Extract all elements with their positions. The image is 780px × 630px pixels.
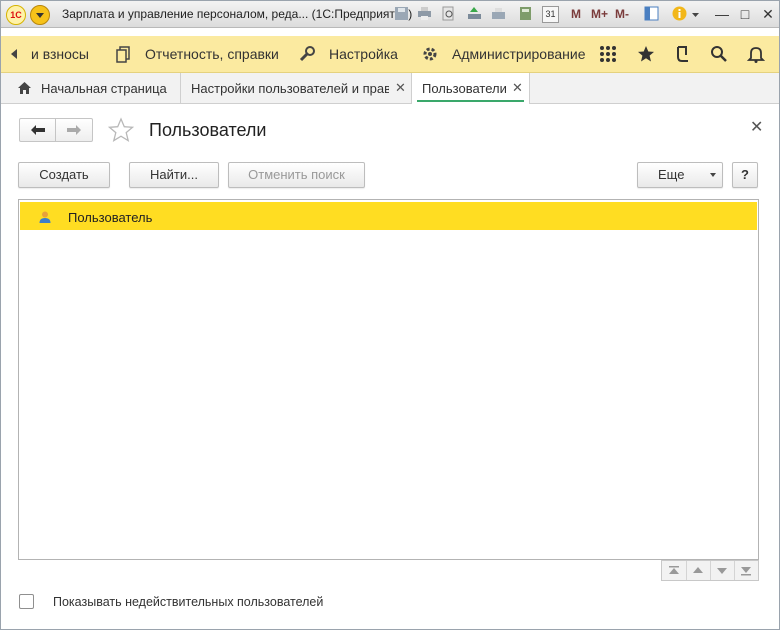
section-taxes[interactable]: и взносы [31,46,89,62]
scroll-down-button[interactable] [710,561,735,580]
arrow-right-icon [66,125,81,135]
all-functions-icon[interactable] [599,45,617,63]
panels-icon[interactable] [644,6,659,21]
gear-icon [423,47,437,61]
upload-icon[interactable] [467,6,482,21]
page-title: Пользователи [149,120,267,140]
main-menu-icon[interactable] [30,5,50,25]
user-icon [39,211,51,223]
chevron-down-icon [710,173,716,177]
chevron-up-icon [693,567,703,573]
forward-button[interactable] [56,119,91,141]
notifications-bell-icon[interactable] [747,45,765,63]
maximize-button[interactable]: □ [735,4,755,24]
info-icon[interactable] [672,6,687,21]
tab-user-rights-settings-label: Настройки пользователей и прав [191,81,389,96]
scroll-up-button[interactable] [686,561,711,580]
back-button[interactable] [20,119,56,141]
wrench-icon [299,46,315,62]
more-button-label: Еще [658,167,685,182]
section-administration[interactable]: Администрирование [452,46,586,62]
show-invalid-users-label[interactable]: Показывать недействительных пользователе… [53,595,323,609]
scroll-left-icon[interactable] [11,49,17,59]
close-icon[interactable]: ✕ [512,80,523,96]
navigation-group [19,118,93,142]
cancel-search-button[interactable]: Отменить поиск [228,162,365,188]
favorites-star-icon[interactable] [637,45,655,63]
info-dropdown-icon[interactable] [691,6,700,21]
list-scroll-controls [661,560,759,581]
tab-user-rights-settings[interactable]: Настройки пользователей и прав ✕ [181,73,412,103]
home-icon [18,82,31,94]
sections-panel: и взносы Отчетность, справки Настройка А… [1,36,779,73]
open-tabs-bar: Начальная страница Настройки пользовател… [1,73,779,104]
print-icon[interactable] [417,6,432,21]
preview-icon[interactable] [441,6,456,21]
window-title: Зарплата и управление персоналом, реда..… [62,7,413,21]
section-settings[interactable]: Настройка [329,46,398,62]
users-list[interactable]: Пользователь [18,199,759,560]
add-to-favorites-star-icon[interactable] [108,117,134,143]
section-reports[interactable]: Отчетность, справки [145,46,279,62]
chevron-down-icon [717,568,727,574]
app-window: 1С Зарплата и управление персоналом, ред… [0,0,780,630]
help-button[interactable]: ? [732,162,758,188]
memory-m-button[interactable]: M [571,7,581,21]
memory-minus-button[interactable]: M- [615,7,629,21]
find-button[interactable]: Найти... [129,162,219,188]
save-icon[interactable] [394,6,409,21]
list-item[interactable]: Пользователь [20,202,757,230]
tab-users[interactable]: Пользователи ✕ [412,73,530,104]
memory-plus-button[interactable]: M+ [591,7,608,21]
list-item-label: Пользователь [68,210,153,225]
tab-users-label: Пользователи [422,81,507,96]
close-icon[interactable]: ✕ [395,80,406,96]
app-logo-icon: 1С [6,5,26,25]
show-invalid-users-checkbox[interactable] [19,594,34,609]
scroll-to-bottom-button[interactable] [734,561,758,580]
tab-home-label: Начальная страница [41,81,167,96]
more-button[interactable]: Еще [637,162,723,188]
close-form-icon[interactable]: ✕ [750,117,763,137]
search-icon[interactable] [710,45,728,63]
tab-home[interactable]: Начальная страница [1,73,181,103]
minimize-button[interactable]: — [712,4,732,24]
scan-icon[interactable] [491,6,506,21]
reports-icon [116,46,130,63]
calendar-icon[interactable]: 31 [542,6,559,23]
scroll-to-top-button[interactable] [662,561,687,580]
scroll-top-icon [669,566,679,574]
scroll-bottom-icon [741,567,751,576]
create-button[interactable]: Создать [18,162,110,188]
arrow-left-icon [30,125,45,135]
history-icon[interactable] [674,45,692,63]
title-bar: 1С Зарплата и управление персоналом, ред… [1,1,779,28]
close-window-button[interactable]: ✕ [758,4,778,24]
calculator-icon[interactable] [518,6,533,21]
